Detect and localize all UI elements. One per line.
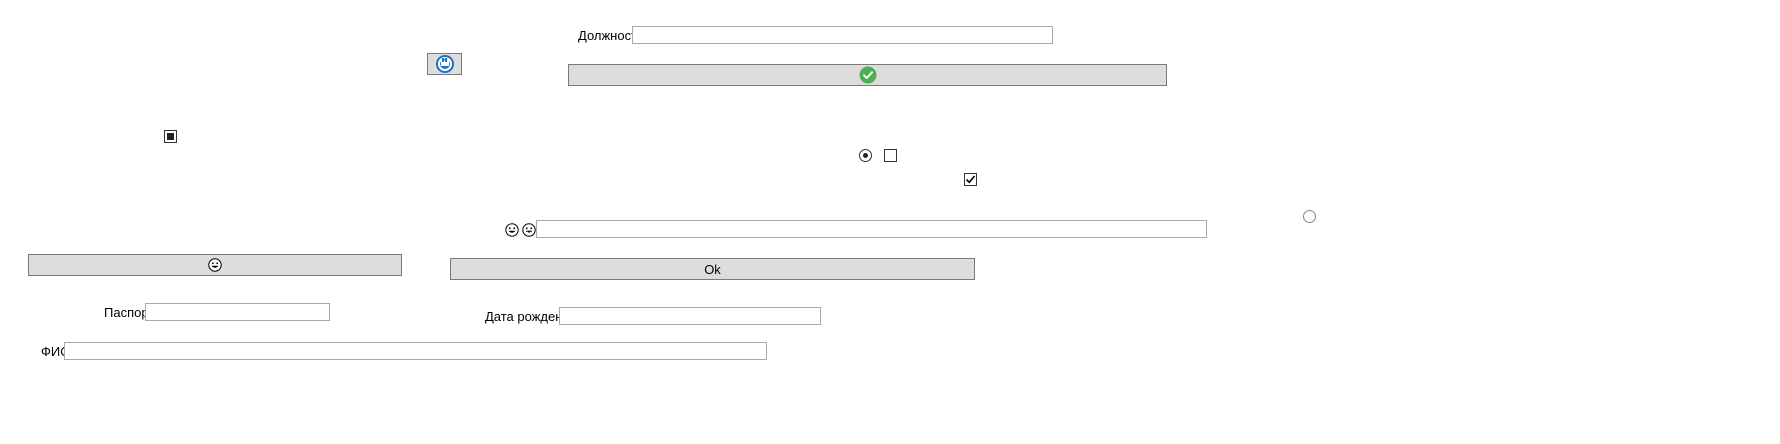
confirm-button[interactable] [568,64,1167,86]
passport-input[interactable] [145,303,330,321]
radio-unselected[interactable] [1303,210,1316,223]
checkbox-empty[interactable] [884,149,897,162]
tongue-face-icon [522,223,536,237]
green-check-icon [859,66,877,84]
birthdate-input[interactable] [559,307,821,325]
checkbox-fill-mark [167,133,174,140]
refresh-icon [435,54,455,74]
emoji-button[interactable] [28,254,402,276]
refresh-button[interactable] [427,53,462,75]
checkbox-indeterminate[interactable] [164,130,177,143]
checkmark-icon [965,175,976,184]
radio-selected[interactable] [859,149,872,162]
checkbox-checked[interactable] [964,173,977,186]
emoji-text-input[interactable] [536,220,1207,238]
grinning-face-icon [208,258,222,272]
radio-dot [863,153,868,158]
grinning-face-icon [505,223,519,237]
fullname-input[interactable] [64,342,767,360]
position-input[interactable] [632,26,1053,44]
ok-button[interactable]: Ok [450,258,975,280]
